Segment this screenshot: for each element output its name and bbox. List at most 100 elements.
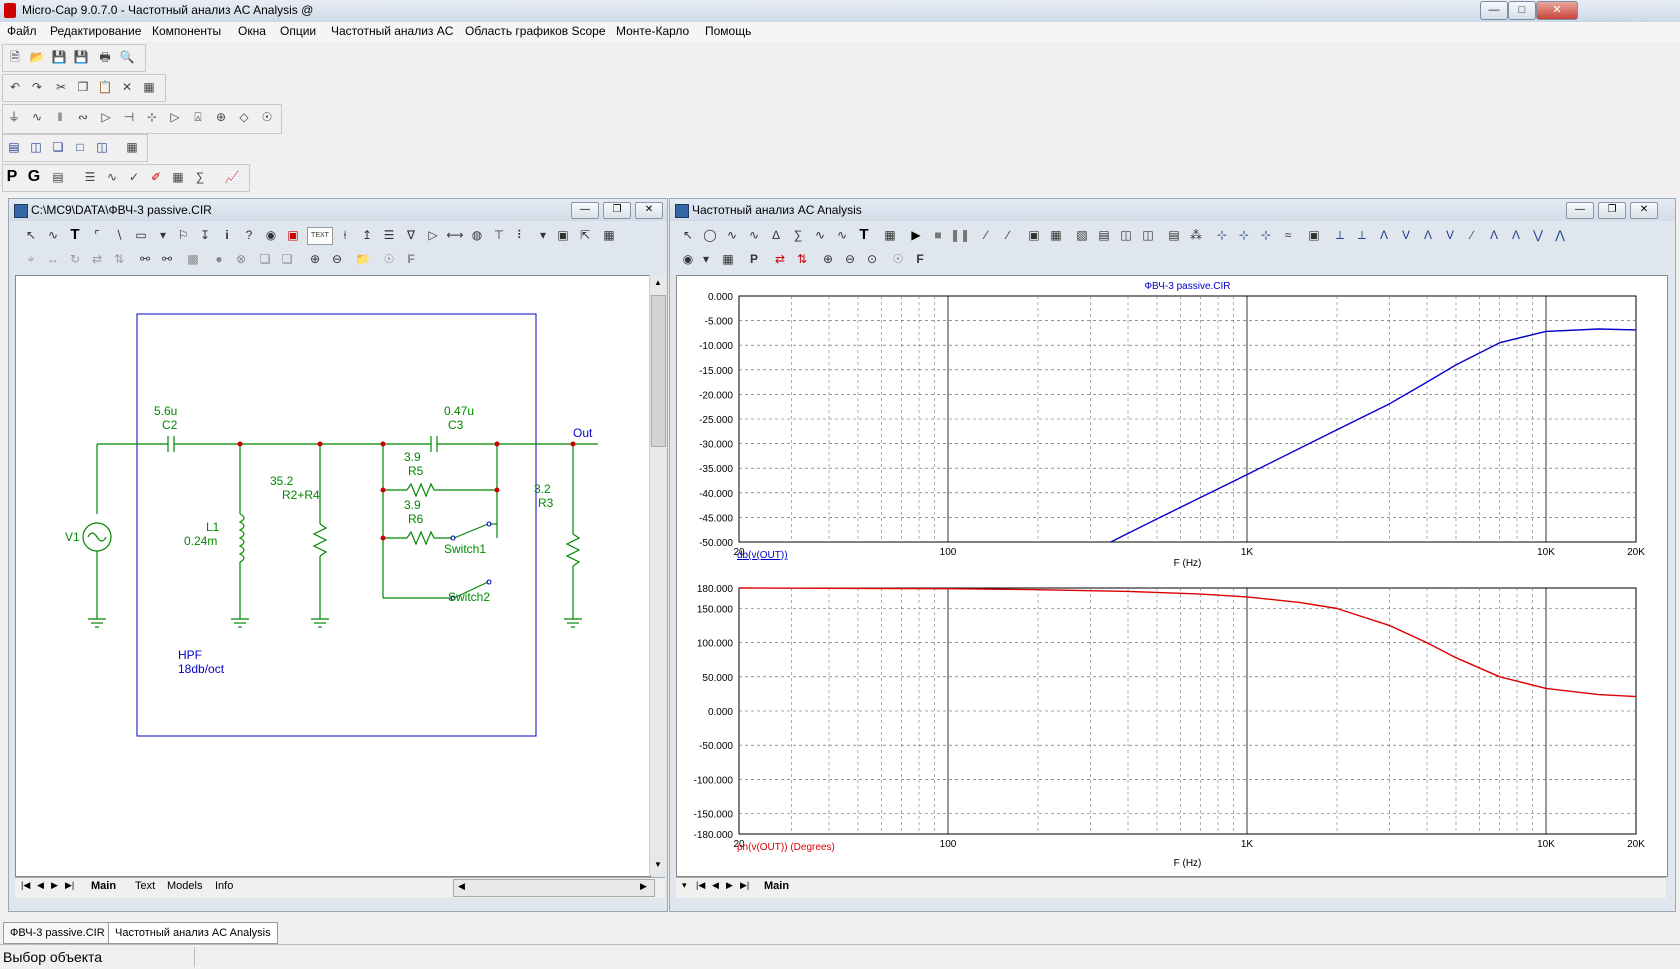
chart-icon[interactable]: ▣ [1304, 225, 1324, 245]
slope-icon[interactable]: ∕ [976, 225, 996, 245]
text-button[interactable]: TEXT [307, 227, 333, 245]
part-icon[interactable]: ◉ [261, 225, 281, 245]
grid-dropdown-icon[interactable]: ▾ [533, 225, 553, 245]
properties-icon[interactable]: ▦ [880, 225, 900, 245]
menu-scope[interactable]: Область графиков Scope [465, 24, 606, 38]
tile-vertical-icon[interactable]: ◫ [26, 137, 46, 157]
next-page-icon[interactable]: ▶ [51, 880, 58, 891]
run-icon[interactable]: ▶ [906, 225, 926, 245]
plot-grid3-icon[interactable]: ◫ [1116, 225, 1136, 245]
maximize-button[interactable]: □ [1508, 1, 1536, 20]
tab-models[interactable]: Models [167, 880, 202, 892]
save-icon[interactable]: 💾 [49, 47, 69, 67]
currents-icon[interactable]: ☰ [379, 225, 399, 245]
flag-icon[interactable]: ⚐ [173, 225, 193, 245]
doctab-analysis[interactable]: Частотный анализ AC Analysis [108, 922, 278, 944]
x-scale-icon[interactable]: ⇄ [770, 249, 790, 269]
analysis-restore-button[interactable]: ❐ [1598, 202, 1626, 219]
select-all-icon[interactable]: ▦ [139, 77, 159, 97]
power-icon[interactable]: ∇ [401, 225, 421, 245]
npn-icon[interactable]: ⊹ [142, 107, 162, 127]
source-icon[interactable]: ⊕ [211, 107, 231, 127]
tab-main[interactable]: Main [91, 880, 116, 892]
zoom-out-icon[interactable]: ⊖ [840, 249, 860, 269]
rotate-icon[interactable]: ↻ [65, 249, 85, 269]
select-arrow-icon[interactable]: ↖ [678, 225, 698, 245]
fft-icon[interactable]: ≈ [1278, 225, 1298, 245]
minor-grid-icon[interactable]: ▤ [1164, 225, 1184, 245]
states-icon[interactable]: ▷ [423, 225, 443, 245]
delete-icon[interactable]: ✕ [117, 77, 137, 97]
scroll-up-icon[interactable]: ▲ [651, 275, 665, 291]
cursor-icon[interactable]: ⊹ [1212, 225, 1232, 245]
text-tool-icon[interactable]: T [854, 225, 874, 245]
frame-icon[interactable]: ▣ [1024, 225, 1044, 245]
prev-page-icon[interactable]: ◀ [37, 880, 44, 891]
properties-icon[interactable]: ▦ [599, 225, 619, 245]
resistor-icon[interactable]: ∿ [27, 107, 47, 127]
menu-file[interactable]: Файл [7, 24, 37, 38]
scroll-down-icon[interactable]: ▼ [651, 857, 665, 873]
plot-grid2-icon[interactable]: ▤ [1094, 225, 1114, 245]
chip-icon[interactable]: ▩ [183, 249, 203, 269]
colors-icon[interactable]: ◉ [678, 249, 698, 269]
first-page-icon[interactable]: |◀ [21, 880, 30, 891]
tab-main[interactable]: Main [764, 880, 789, 892]
global-low-icon[interactable]: Λ [1506, 225, 1526, 245]
page-icon[interactable]: ▣ [553, 225, 573, 245]
table-icon[interactable]: ▦ [718, 249, 738, 269]
split-icon[interactable]: ◫ [92, 137, 112, 157]
opamp-icon[interactable]: ▷ [165, 107, 185, 127]
grid-dots-icon[interactable]: ⠇ [511, 225, 531, 245]
analysis-minimize-button[interactable]: — [1566, 202, 1594, 219]
tab-info[interactable]: Info [215, 880, 233, 892]
next-page-icon[interactable]: ▶ [726, 880, 733, 891]
text-tool-icon[interactable]: T [65, 225, 85, 245]
zoom-in-icon[interactable]: ⊕ [305, 249, 325, 269]
graph-icon[interactable]: ∿ [832, 225, 852, 245]
high-icon[interactable]: Λ [1418, 225, 1438, 245]
probe-p-icon[interactable]: P [2, 167, 22, 187]
info-icon[interactable]: i [217, 225, 237, 245]
layers2-icon[interactable]: ❏ [277, 249, 297, 269]
peak-left-icon[interactable]: Λ [1374, 225, 1394, 245]
plot-area[interactable]: 0.000 -5.000 -10.000 -15.000 -20.000 -25.000 -… [676, 275, 1668, 877]
new-file-icon[interactable]: 🗎 [5, 47, 25, 67]
switch-icon[interactable]: ⍓ [188, 107, 208, 127]
top-icon[interactable]: ⋁ [1528, 225, 1548, 245]
tag-icon[interactable]: ∑ [190, 167, 210, 187]
paste-icon[interactable]: 📋 [95, 77, 115, 97]
maximize-all-icon[interactable]: □ [70, 137, 90, 157]
doctab-schematic[interactable]: ФВЧ-3 passive.CIR [3, 922, 112, 944]
undo-icon[interactable]: ↶ [5, 77, 25, 97]
copy-icon[interactable]: ❐ [73, 77, 93, 97]
last-page-icon[interactable]: ▶| [740, 880, 749, 891]
probe-icon[interactable]: ◇ [234, 107, 254, 127]
pen-icon[interactable]: ✐ [146, 167, 166, 187]
menu-ac-analysis[interactable]: Частотный анализ AC [331, 24, 453, 38]
peak-right-icon[interactable]: V [1396, 225, 1416, 245]
shape-dropdown-icon[interactable]: ▾ [153, 225, 173, 245]
cursor2-icon[interactable]: ⊹ [1234, 225, 1254, 245]
curve-icon[interactable]: ∿ [810, 225, 830, 245]
stop-icon[interactable]: ● [209, 249, 229, 269]
tabs-dropdown-icon[interactable]: ▾ [682, 880, 687, 891]
cascade-icon[interactable]: ❏ [48, 137, 68, 157]
calculator-icon[interactable]: ▦ [122, 137, 142, 157]
layers-icon[interactable]: ❏ [255, 249, 275, 269]
delta-icon[interactable]: ∆ [766, 225, 786, 245]
schematic-canvas[interactable]: 5.6u C2 0.47u C3 Out L1 0.24m 35.2 R2+R4… [15, 275, 651, 877]
wire-icon[interactable]: ∿ [43, 225, 63, 245]
zoom-fit-icon[interactable]: ⊙ [862, 249, 882, 269]
waveform-icon[interactable]: ∿ [102, 167, 122, 187]
minimize-button[interactable]: — [1480, 1, 1508, 20]
attr-icon[interactable]: ⊤ [489, 225, 509, 245]
globe-icon[interactable]: ☉ [888, 249, 908, 269]
select-arrow-icon[interactable]: ↖ [21, 225, 41, 245]
waveform-tool-icon[interactable]: ∿ [744, 225, 764, 245]
line-tool-icon[interactable]: ∿ [722, 225, 742, 245]
y-scale-icon[interactable]: ⇅ [792, 249, 812, 269]
node-voltages-icon[interactable]: ↥ [357, 225, 377, 245]
tab-text[interactable]: Text [135, 880, 155, 892]
schematic-hscrollbar[interactable]: ◀ ▶ [453, 879, 655, 897]
